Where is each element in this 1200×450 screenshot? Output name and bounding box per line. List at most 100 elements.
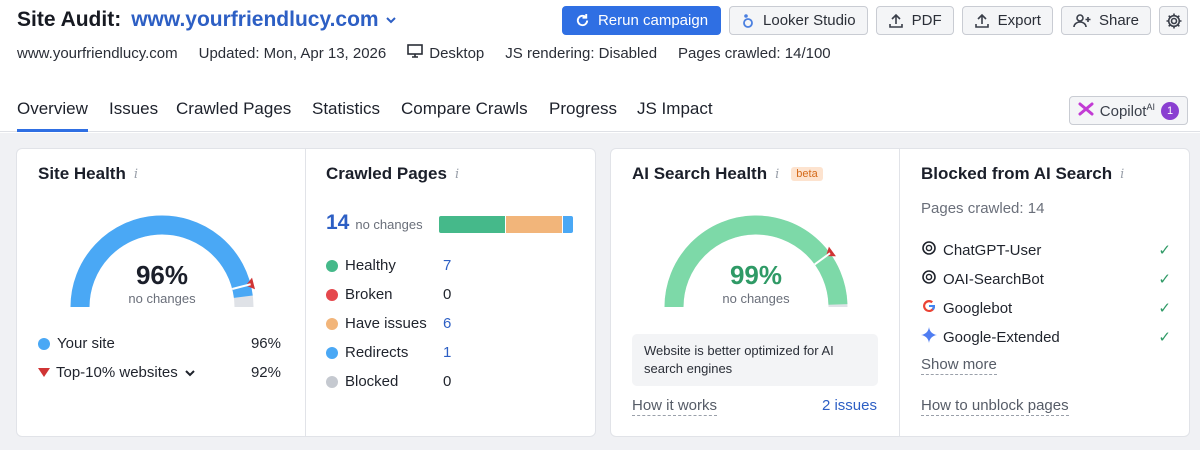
export-button[interactable]: Export bbox=[961, 6, 1053, 35]
looker-studio-icon bbox=[741, 13, 755, 29]
crawled-row-label: Broken bbox=[345, 286, 393, 303]
overview-card-right: AI Search Health i beta 99% no changes Web… bbox=[610, 148, 1190, 437]
page-title-row: Site Audit: www.yourfriendlucy.com bbox=[17, 6, 397, 34]
crawled-row-value: 0 bbox=[443, 286, 452, 303]
crawled-row-healthy: Healthy bbox=[326, 257, 396, 274]
status-dot bbox=[326, 346, 338, 359]
ai-health-gauge-text: 99% no changes bbox=[659, 260, 853, 306]
info-icon[interactable]: i bbox=[134, 167, 138, 182]
rerun-campaign-label: Rerun campaign bbox=[597, 12, 709, 29]
status-dot bbox=[326, 288, 338, 301]
tab-overview[interactable]: Overview bbox=[17, 99, 88, 132]
copilot-button[interactable]: CopilotAI 1 bbox=[1068, 96, 1188, 125]
check-icon: ✓ bbox=[1158, 329, 1171, 346]
top10-value: 92% bbox=[250, 364, 281, 381]
tab-js-impact[interactable]: JS Impact bbox=[637, 99, 713, 129]
pdf-label: PDF bbox=[911, 12, 942, 29]
crawled-pages-count[interactable]: 14 bbox=[326, 211, 349, 235]
gear-icon bbox=[1165, 12, 1183, 30]
crawled-row-label: Blocked bbox=[345, 373, 399, 390]
info-icon[interactable]: i bbox=[775, 167, 779, 182]
legend-your-site: Your site bbox=[38, 335, 115, 352]
bot-row-google-extended: Google-Extended ✓ bbox=[921, 327, 1171, 347]
bot-row-googlebot: Googlebot ✓ bbox=[921, 298, 1171, 318]
crawled-pages-total: 14 no changes bbox=[326, 211, 423, 235]
tab-statistics[interactable]: Statistics bbox=[312, 99, 380, 129]
crawled-row-value[interactable]: 6 bbox=[443, 315, 451, 332]
crawled-row-label: Healthy bbox=[345, 257, 396, 274]
info-icon[interactable]: i bbox=[455, 167, 459, 182]
site-health-percent: 96% bbox=[135, 260, 189, 290]
info-icon[interactable]: i bbox=[1120, 167, 1124, 182]
settings-button[interactable] bbox=[1159, 6, 1188, 35]
status-dot bbox=[326, 375, 338, 388]
copilot-label: CopilotAI bbox=[1099, 101, 1155, 120]
tab-issues[interactable]: Issues bbox=[109, 99, 158, 129]
gemini-icon bbox=[921, 327, 937, 347]
crawled-pages-bar bbox=[439, 216, 573, 233]
bar-segment bbox=[506, 216, 564, 233]
crawled-pages-title: Crawled Pages i bbox=[326, 164, 460, 183]
meta-updated: Updated: Mon, Apr 13, 2026 bbox=[198, 44, 387, 62]
bot-label: Google-Extended bbox=[943, 328, 1060, 346]
how-it-works-link[interactable]: How it works bbox=[632, 397, 718, 416]
desktop-icon bbox=[407, 44, 424, 62]
crawled-row-redirects: Redirects bbox=[326, 344, 408, 361]
beta-badge: beta bbox=[791, 167, 823, 181]
openai-icon bbox=[921, 240, 937, 260]
bot-label: OAI-SearchBot bbox=[943, 270, 1044, 288]
blocked-pages-crawled: Pages crawled: 14 bbox=[921, 200, 1045, 217]
pdf-button[interactable]: PDF bbox=[875, 6, 954, 35]
meta-pages-crawled: Pages crawled: 14/100 bbox=[678, 44, 831, 62]
bar-segment bbox=[439, 216, 506, 233]
site-health-title: Site Health i bbox=[38, 164, 139, 183]
tab-bar: Overview Issues Crawled Pages Statistics… bbox=[0, 96, 1200, 132]
your-site-value: 96% bbox=[250, 335, 281, 352]
meta-js-rendering: JS rendering: Disabled bbox=[505, 44, 658, 62]
tab-crawled-pages[interactable]: Crawled Pages bbox=[176, 99, 291, 129]
upload-icon bbox=[888, 13, 904, 29]
site-health-gauge: 96% no changes bbox=[65, 213, 259, 313]
tab-progress[interactable]: Progress bbox=[549, 99, 617, 129]
site-health-change: no changes bbox=[128, 291, 196, 306]
blocked-ai-title: Blocked from AI Search i bbox=[921, 164, 1125, 183]
openai-icon bbox=[921, 269, 937, 289]
crawled-row-blocked: Blocked bbox=[326, 373, 398, 390]
crawled-row-label: Redirects bbox=[345, 344, 409, 361]
chevron-down-icon bbox=[184, 367, 196, 379]
add-user-icon bbox=[1073, 13, 1091, 29]
overview-card-left: Site Health i 96% no changes Your site 96… bbox=[16, 148, 596, 437]
ai-issues-link[interactable]: 2 issues bbox=[822, 397, 877, 414]
your-site-dot bbox=[38, 337, 50, 350]
ai-health-percent: 99% bbox=[729, 260, 783, 290]
copilot-count-badge: 1 bbox=[1161, 101, 1179, 120]
looker-studio-button[interactable]: Looker Studio bbox=[729, 6, 868, 35]
rerun-campaign-button[interactable]: Rerun campaign bbox=[561, 6, 722, 35]
how-to-unblock-link[interactable]: How to unblock pages bbox=[921, 397, 1069, 416]
crawled-row-value: 0 bbox=[443, 373, 452, 390]
top10-label: Top-10% websites bbox=[56, 364, 178, 381]
share-button[interactable]: Share bbox=[1060, 6, 1151, 35]
ai-health-gauge: 99% no changes bbox=[659, 213, 853, 313]
bot-row-oai-searchbot: OAI-SearchBot ✓ bbox=[921, 269, 1171, 289]
copilot-icon bbox=[1078, 101, 1094, 121]
show-more-link[interactable]: Show more bbox=[921, 356, 997, 375]
page-title: Site Audit: bbox=[17, 8, 122, 31]
crawled-row-have-issues: Have issues bbox=[326, 315, 427, 332]
status-dot bbox=[326, 259, 338, 272]
audit-meta-row: www.yourfriendlucy.com Updated: Mon, Apr… bbox=[17, 44, 852, 62]
crawled-row-value[interactable]: 7 bbox=[443, 257, 451, 274]
meta-device: Desktop bbox=[407, 44, 484, 62]
meta-device-label: Desktop bbox=[429, 44, 485, 62]
crawled-row-value[interactable]: 1 bbox=[443, 344, 451, 361]
check-icon: ✓ bbox=[1158, 242, 1171, 259]
status-dot bbox=[326, 317, 338, 330]
chevron-down-icon[interactable] bbox=[385, 14, 397, 26]
ai-health-notice: Website is better optimized for AI searc… bbox=[632, 334, 878, 386]
your-site-label: Your site bbox=[57, 335, 115, 352]
project-domain-selector[interactable]: www.yourfriendlucy.com bbox=[131, 8, 378, 32]
ai-search-health-title: AI Search Health i beta bbox=[632, 164, 823, 184]
legend-top10-selector[interactable]: Top-10% websites bbox=[38, 364, 196, 381]
check-icon: ✓ bbox=[1158, 271, 1171, 288]
tab-compare-crawls[interactable]: Compare Crawls bbox=[401, 99, 528, 129]
